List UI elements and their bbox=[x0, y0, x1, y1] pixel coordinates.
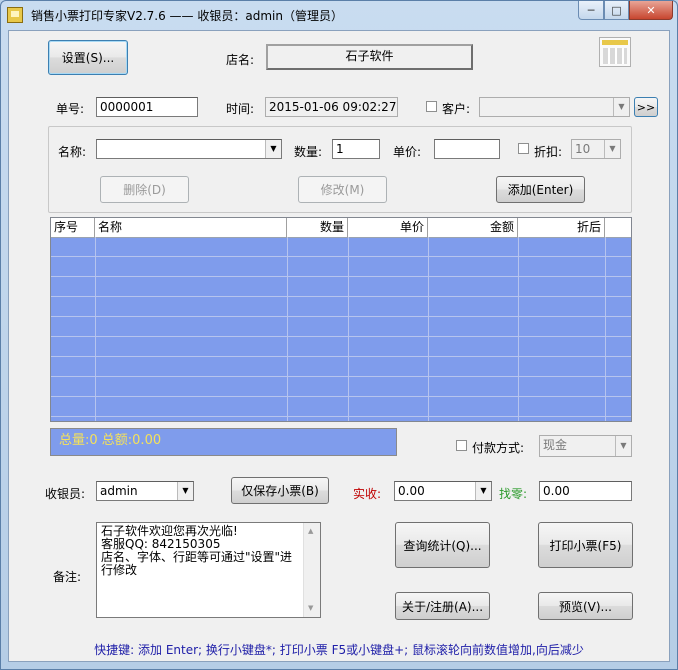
cashier-select[interactable]: admin ▼ bbox=[96, 481, 194, 501]
modify-item-button[interactable]: 修改(M) bbox=[298, 176, 387, 203]
chevron-down-icon: ▼ bbox=[177, 482, 193, 500]
shortcut-hint: 快捷键: 添加 Enter; 换行小键盘*; 打印小票 F5或小键盘+; 鼠标滚… bbox=[94, 643, 584, 657]
print-receipt-button[interactable]: 打印小票(F5) bbox=[538, 522, 633, 568]
memo-textarea[interactable]: 石子软件欢迎您再次光临! 客服QQ: 842150305 店名、字体、行距等可通… bbox=[96, 522, 321, 618]
payment-method-select[interactable]: 现金 ▼ bbox=[539, 435, 632, 457]
app-window: 销售小票打印专家V2.7.6 —— 收银员：admin（管理员） ─ □ ✕ 设… bbox=[0, 0, 678, 670]
window-controls: ─ □ ✕ bbox=[578, 1, 673, 21]
quantity-input[interactable]: 1 bbox=[332, 139, 380, 159]
item-name-label: 名称: bbox=[58, 145, 87, 159]
paid-amount-value: 0.00 bbox=[398, 484, 425, 498]
column-header-amount[interactable]: 金额 bbox=[428, 218, 518, 237]
save-receipt-only-button[interactable]: 仅保存小票(B) bbox=[231, 477, 329, 504]
delete-item-button[interactable]: 删除(D) bbox=[100, 176, 189, 203]
chevron-down-icon: ▼ bbox=[475, 482, 491, 500]
maximize-button[interactable]: □ bbox=[604, 1, 629, 20]
paid-amount-select[interactable]: 0.00 ▼ bbox=[394, 481, 492, 501]
receipt-printer-icon bbox=[7, 7, 23, 23]
shop-name-display: 石子软件 bbox=[266, 44, 473, 70]
memo-scrollbar[interactable]: ▲ ▼ bbox=[303, 523, 320, 617]
table-row[interactable] bbox=[51, 377, 631, 397]
table-row[interactable] bbox=[51, 357, 631, 377]
title-bar[interactable]: 销售小票打印专家V2.7.6 —— 收银员：admin（管理员） ─ □ ✕ bbox=[1, 1, 677, 29]
table-row[interactable] bbox=[51, 337, 631, 357]
settings-button[interactable]: 设置(S)... bbox=[48, 40, 128, 75]
column-header-price[interactable]: 单价 bbox=[348, 218, 428, 237]
close-button[interactable]: ✕ bbox=[629, 1, 673, 20]
window-title: 销售小票打印专家V2.7.6 —— 收银员：admin（管理员） bbox=[31, 9, 343, 23]
discount-value: 10 bbox=[575, 142, 591, 156]
scroll-down-icon[interactable]: ▼ bbox=[308, 602, 313, 615]
chevron-down-icon: ▼ bbox=[604, 140, 620, 158]
items-table[interactable]: 序号 名称 数量 单价 金额 折后 bbox=[50, 217, 632, 422]
preview-button[interactable]: 预览(V)... bbox=[538, 592, 633, 620]
cashier-label: 收银员: bbox=[45, 487, 86, 501]
discount-checkbox[interactable] bbox=[518, 143, 529, 154]
memo-label: 备注: bbox=[53, 570, 82, 584]
change-display: 0.00 bbox=[539, 481, 632, 501]
quantity-label: 数量: bbox=[294, 145, 323, 159]
time-label: 时间: bbox=[226, 102, 255, 116]
payment-method-label: 付款方式: bbox=[472, 441, 525, 455]
discount-label: 折扣: bbox=[534, 145, 563, 159]
scroll-up-icon[interactable]: ▲ bbox=[308, 525, 313, 538]
calculator-icon[interactable] bbox=[599, 37, 631, 67]
table-header: 序号 名称 数量 单价 金额 折后 bbox=[51, 218, 631, 238]
customer-select[interactable]: ▼ bbox=[479, 97, 630, 117]
minimize-button[interactable]: ─ bbox=[578, 1, 604, 20]
column-header-quantity[interactable]: 数量 bbox=[287, 218, 348, 237]
column-header-index[interactable]: 序号 bbox=[51, 218, 95, 237]
table-row[interactable] bbox=[51, 257, 631, 277]
column-header-discounted[interactable]: 折后 bbox=[518, 218, 605, 237]
price-input[interactable] bbox=[434, 139, 500, 159]
column-header-name[interactable]: 名称 bbox=[95, 218, 287, 237]
table-row[interactable] bbox=[51, 297, 631, 317]
chevron-down-icon: ▼ bbox=[265, 140, 281, 158]
customer-label: 客户: bbox=[442, 102, 471, 116]
totals-display: 总量:0 总额:0.00 bbox=[50, 428, 397, 456]
time-display: 2015-01-06 09:02:27 bbox=[265, 97, 398, 117]
change-label: 找零: bbox=[499, 487, 528, 501]
discount-select[interactable]: 10 ▼ bbox=[571, 139, 621, 159]
customer-checkbox[interactable] bbox=[426, 101, 437, 112]
table-row[interactable] bbox=[51, 237, 631, 257]
payment-method-value: 现金 bbox=[543, 438, 568, 452]
query-statistics-button[interactable]: 查询统计(Q)... bbox=[395, 522, 490, 568]
price-label: 单价: bbox=[393, 145, 422, 159]
cashier-value: admin bbox=[100, 484, 138, 498]
chevron-down-icon: ▼ bbox=[613, 98, 629, 116]
table-row[interactable] bbox=[51, 277, 631, 297]
table-row[interactable] bbox=[51, 397, 631, 417]
add-item-button[interactable]: 添加(Enter) bbox=[496, 176, 585, 203]
more-customer-button[interactable]: >> bbox=[634, 97, 658, 117]
table-row[interactable] bbox=[51, 317, 631, 337]
main-panel: 设置(S)... 店名: 石子软件 单号: 0000001 时间: 2015-0… bbox=[8, 30, 670, 662]
item-name-select[interactable]: ▼ bbox=[96, 139, 282, 159]
order-number-label: 单号: bbox=[56, 102, 85, 116]
chevron-down-icon: ▼ bbox=[615, 436, 631, 456]
order-number-input[interactable]: 0000001 bbox=[96, 97, 198, 117]
memo-text: 石子软件欢迎您再次光临! 客服QQ: 842150305 店名、字体、行距等可通… bbox=[101, 524, 293, 577]
shop-name-label: 店名: bbox=[226, 53, 255, 67]
paid-amount-label: 实收: bbox=[353, 487, 382, 501]
payment-method-checkbox[interactable] bbox=[456, 440, 467, 451]
about-register-button[interactable]: 关于/注册(A)... bbox=[395, 592, 490, 620]
